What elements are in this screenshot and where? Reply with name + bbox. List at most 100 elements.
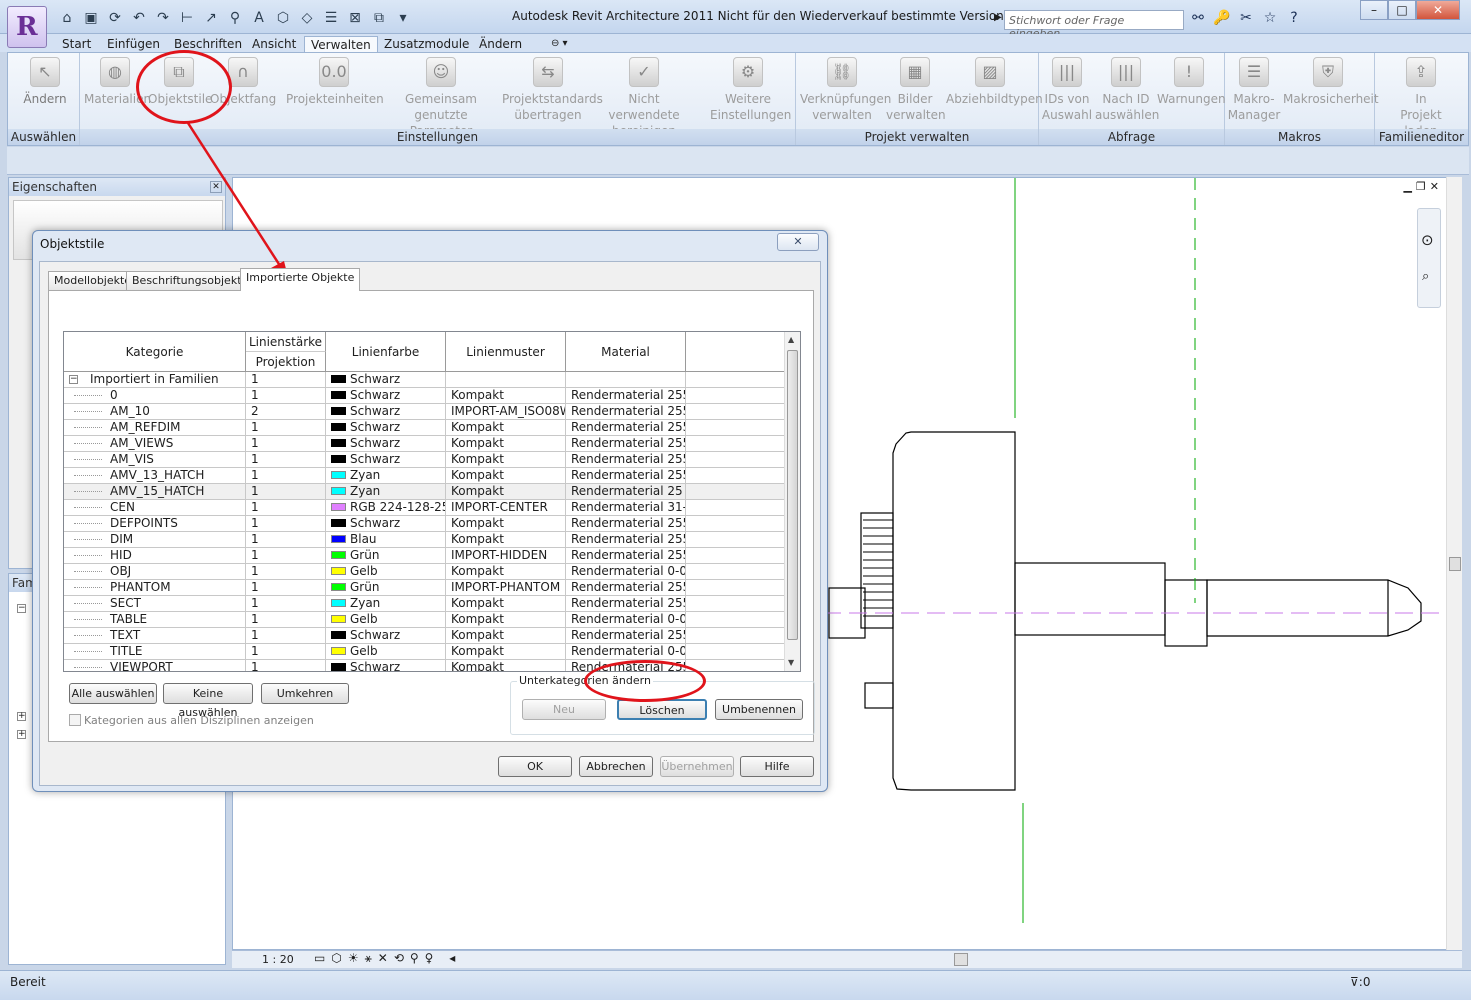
cell-color[interactable]: Grün <box>326 580 446 596</box>
cell-material[interactable]: Rendermaterial 255-... <box>566 436 686 452</box>
text-icon[interactable]: A <box>248 8 270 28</box>
switch-windows-icon[interactable]: ⧉ <box>368 8 390 28</box>
checkbox-box[interactable] <box>69 714 81 726</box>
cell-material[interactable]: Rendermaterial 255-... <box>566 420 686 436</box>
tab-start[interactable]: Start <box>56 36 97 52</box>
dialog-close-icon[interactable]: ✕ <box>777 233 819 251</box>
sync-icon[interactable]: ⟳ <box>104 8 126 28</box>
cell-weight[interactable]: 1 <box>246 372 326 388</box>
table-row[interactable]: OBJ 1 Gelb KompaktRendermaterial 0-0-2... <box>64 564 786 580</box>
save-icon[interactable]: ▣ <box>80 8 102 28</box>
cell-blank[interactable] <box>686 628 786 644</box>
scroll-thumb[interactable] <box>787 350 798 640</box>
favorites-icon[interactable]: ☆ <box>1260 8 1280 28</box>
tree-collapse-icon[interactable]: − <box>17 604 26 613</box>
table-row[interactable]: AM_REFDIM 1 Schwarz Kompakt Rendermaterial 2… <box>64 420 786 436</box>
cell-pattern[interactable] <box>446 372 566 388</box>
transfer-standards-button[interactable]: ⇆ Projektstandards übertragen <box>502 57 603 123</box>
cell-pattern[interactable]: Kompakt <box>446 484 566 500</box>
cell-weight[interactable]: 1 <box>246 516 326 532</box>
scroll-down-icon[interactable]: ▼ <box>788 658 794 667</box>
cell-pattern[interactable]: Kompakt <box>446 596 566 612</box>
cell-pattern[interactable]: Kompakt <box>446 388 566 404</box>
table-row[interactable]: DEFPOINTS 1 Schwarz Kompakt Rendermaterial 2… <box>64 516 786 532</box>
cell-weight[interactable]: 1 <box>246 484 326 500</box>
cancel-button[interactable]: Abbrechen <box>579 756 653 777</box>
cell-blank[interactable] <box>686 484 786 500</box>
tab-ansicht[interactable]: Ansicht <box>246 36 302 52</box>
cell-pattern[interactable]: Kompakt <box>446 612 566 628</box>
macro-security-button[interactable]: ⛨ Makrosicherheit <box>1283 57 1379 107</box>
modify-button[interactable]: ↖ Ändern <box>16 57 74 107</box>
cell-pattern[interactable]: Kompakt <box>446 564 566 580</box>
table-row[interactable]: CEN 1 RGB 224-128-255IMPORT-CENTERRenderma… <box>64 500 786 516</box>
tag-icon[interactable]: ⚲ <box>224 8 246 28</box>
cell-blank[interactable] <box>686 612 786 628</box>
table-row[interactable]: PHANTOM 1 Grün IMPORT-PHANTOM Rendermaterial… <box>64 580 786 596</box>
cell-pattern[interactable]: Kompakt <box>446 516 566 532</box>
macro-manager-button[interactable]: ☰ Makro-Manager <box>1227 57 1281 123</box>
measure-icon[interactable]: ⊢ <box>176 8 198 28</box>
cell-pattern[interactable]: Kompakt <box>446 452 566 468</box>
col-header-line-pattern[interactable]: Linienmuster <box>446 332 566 372</box>
cell-color[interactable]: Gelb <box>326 564 446 580</box>
cell-material[interactable]: Rendermaterial 255-... <box>566 516 686 532</box>
warnings-button[interactable]: ! Warnungen <box>1157 57 1226 107</box>
cell-weight[interactable]: 1 <box>246 612 326 628</box>
cell-weight[interactable]: 1 <box>246 420 326 436</box>
cell-color[interactable]: Blau <box>326 532 446 548</box>
project-units-button[interactable]: 0.0 Projekteinheiten <box>286 57 384 107</box>
tab-einfuegen[interactable]: Einfügen <box>101 36 166 52</box>
cell-blank[interactable] <box>686 468 786 484</box>
cell-blank[interactable] <box>686 516 786 532</box>
cell-material[interactable]: Rendermaterial 255-... <box>566 628 686 644</box>
col-header-category[interactable]: Kategorie <box>64 332 246 372</box>
cell-blank[interactable] <box>686 564 786 580</box>
table-row[interactable]: 0 1 Schwarz KompaktRendermaterial 255-... <box>64 388 786 404</box>
cell-material[interactable]: Rendermaterial 25 <box>566 484 686 500</box>
cell-weight[interactable]: 1 <box>246 580 326 596</box>
cell-material[interactable]: Rendermaterial 255-... <box>566 468 686 484</box>
cell-material[interactable]: Rendermaterial 0-0-2... <box>566 644 686 660</box>
cell-pattern[interactable]: Kompakt <box>446 420 566 436</box>
cell-weight[interactable]: 1 <box>246 548 326 564</box>
cell-pattern[interactable]: IMPORT-HIDDEN <box>446 548 566 564</box>
load-into-project-button[interactable]: ⇪In Projekt laden <box>1389 57 1453 139</box>
open-icon[interactable]: ⌂ <box>56 8 78 28</box>
3d-view-icon[interactable]: ⬡ <box>272 8 294 28</box>
cell-color[interactable]: Schwarz <box>326 452 446 468</box>
table-row[interactable]: AM_10 2 Schwarz IMPORT-AM_ISO08W0Rendermate… <box>64 404 786 420</box>
dimension-icon[interactable]: ↗ <box>200 8 222 28</box>
tree-expand-icon[interactable]: + <box>17 730 26 739</box>
cell-blank[interactable] <box>686 660 786 671</box>
table-row[interactable]: AMV_15_HATCH 1 Zyan Kompakt Rendermaterial 2… <box>64 484 786 500</box>
tab-aendern[interactable]: Ändern <box>473 36 528 52</box>
cell-weight[interactable]: 1 <box>246 452 326 468</box>
cell-color[interactable]: Zyan <box>326 484 446 500</box>
cell-material[interactable]: Rendermaterial 255-... <box>566 404 686 420</box>
cell-material[interactable]: Rendermaterial 0-0-2... <box>566 564 686 580</box>
help-button[interactable]: Hilfe <box>740 756 814 777</box>
cell-blank[interactable] <box>686 420 786 436</box>
tree-expand-icon[interactable]: + <box>17 712 26 721</box>
cell-color[interactable]: Grün <box>326 548 446 564</box>
binoculars-icon[interactable]: ⚯ <box>1188 8 1208 28</box>
cell-weight[interactable]: 1 <box>246 468 326 484</box>
cell-blank[interactable] <box>686 644 786 660</box>
table-row[interactable]: TEXT 1 Schwarz KompaktRendermaterial 255-..… <box>64 628 786 644</box>
cell-material[interactable] <box>566 372 686 388</box>
cell-weight[interactable]: 1 <box>246 388 326 404</box>
cell-color[interactable]: Schwarz <box>326 388 446 404</box>
ok-button[interactable]: OK <box>498 756 572 777</box>
table-row[interactable]: AMV_13_HATCH 1 Zyan Kompakt Rendermaterial 2… <box>64 468 786 484</box>
cell-weight[interactable]: 1 <box>246 628 326 644</box>
table-row[interactable]: − Importiert in Familien 1 Schwarz <box>64 372 786 388</box>
cell-pattern[interactable]: IMPORT-AM_ISO08W0 <box>446 404 566 420</box>
cell-material[interactable]: Rendermaterial 255-... <box>566 532 686 548</box>
select-by-id-button[interactable]: ||| Nach ID auswählen <box>1095 57 1159 123</box>
redo-icon[interactable]: ↷ <box>152 8 174 28</box>
section-icon[interactable]: ◇ <box>296 8 318 28</box>
tree-collapse-icon[interactable]: − <box>69 375 78 384</box>
table-scrollbar[interactable]: ▲ ▼ <box>784 332 800 671</box>
cell-color[interactable]: Zyan <box>326 596 446 612</box>
